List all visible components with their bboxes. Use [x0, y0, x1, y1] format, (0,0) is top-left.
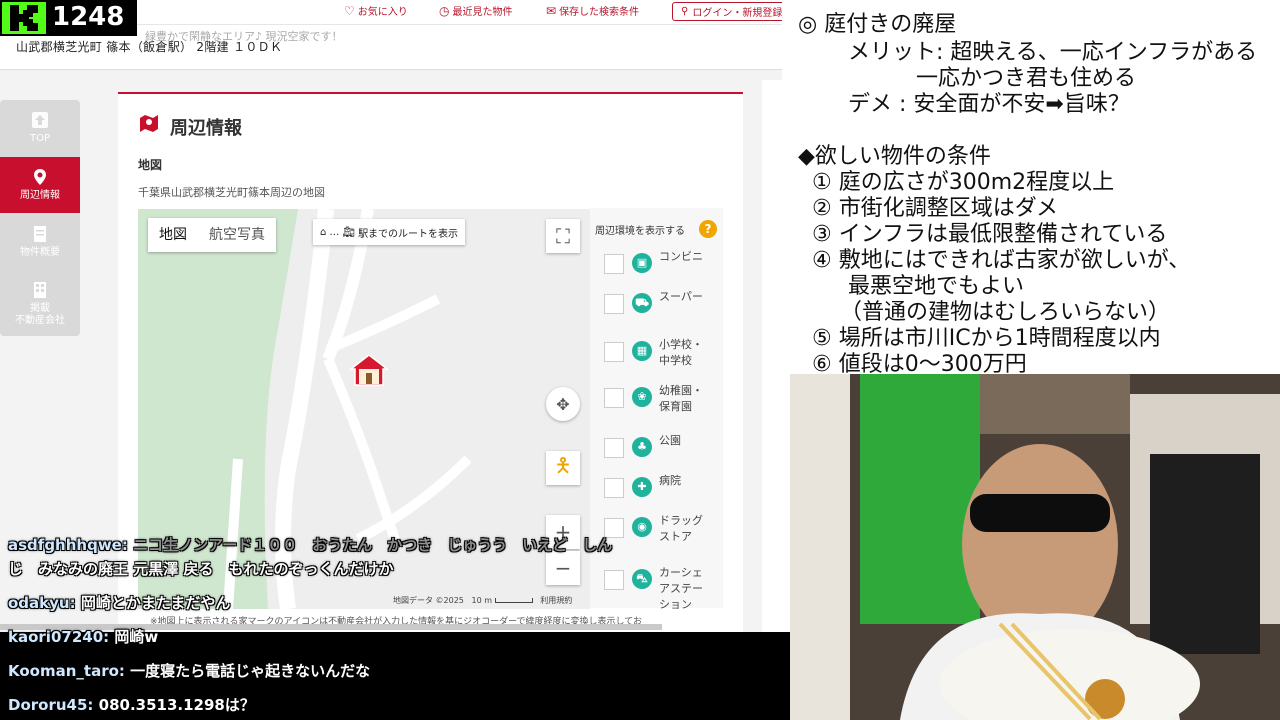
chat-overlay: asdfghhhqwe: ニコ生ノンアード１００ おうたん かつき じゅうう い…: [0, 532, 790, 720]
login-button[interactable]: ⚲ ログイン・新規登録: [672, 2, 782, 21]
fullscreen-icon: ⛶: [556, 224, 570, 248]
nav-item-overview[interactable]: 物件概要: [0, 214, 80, 270]
nav-item-surroundings[interactable]: 周辺情報: [0, 157, 80, 213]
tab-map[interactable]: 地図: [148, 218, 198, 252]
section-title: 周辺情報: [170, 118, 242, 139]
chat-text: 一度寝たら電話じゃ起きないんだな: [130, 662, 371, 680]
poi-label: 幼稚園・ 保育園: [659, 384, 703, 413]
map-marker-icon: [140, 115, 158, 132]
map-pin-icon: [34, 169, 46, 185]
kindergarten-icon: ❀: [632, 387, 652, 407]
chat-username: asdfghhhqwe:: [8, 536, 128, 554]
poi-checkbox[interactable]: [604, 438, 624, 458]
up-arrow-icon: [32, 112, 48, 128]
move-icon: ✥: [556, 394, 570, 414]
login-label: ログイン・新規登録: [692, 8, 782, 19]
poi-filter-0[interactable]: ▣ コンビニ: [604, 246, 722, 282]
poi-filter-2[interactable]: ▦ 小学校・ 中学校: [604, 334, 722, 370]
poi-checkbox[interactable]: [604, 388, 624, 408]
webcam-image: [790, 374, 1280, 720]
train-icon: 🚉︎: [342, 226, 356, 238]
stream-notes-panel: ◎ 庭付きの廃屋 メリット: 超映える、一応インフラがある 一応かつき君も住める…: [782, 0, 1280, 377]
park-icon: ♣: [632, 437, 652, 457]
chat-message: kaori07240: 岡崎w: [8, 626, 158, 647]
map-heading: 地図: [138, 158, 163, 172]
pan-control[interactable]: ✥: [546, 387, 580, 421]
pegman-icon: 🯅︎: [554, 453, 572, 477]
history-icon: ◷: [439, 3, 450, 18]
map-caption: 千葉県山武郡横芝光町篠本周辺の地図: [138, 186, 325, 199]
favorites-link[interactable]: ♡ お気に入り: [344, 3, 408, 19]
poi-label: コンビニ: [659, 250, 703, 263]
school-icon: ▦: [632, 341, 652, 361]
viewer-count: 1248: [52, 2, 125, 32]
poi-panel-title: 周辺環境を表示する: [595, 226, 685, 237]
chat-message: asdfghhhqwe: ニコ生ノンアード１００ おうたん かつき じゅうう い…: [8, 534, 612, 555]
fullscreen-button[interactable]: ⛶: [546, 219, 580, 253]
chat-message: Kooman_taro: 一度寝たら電話じゃ起きないんだな: [8, 660, 370, 681]
chat-text: じ みなみの廃王 元黒澤 戻る もれたのぞっくんだけか: [8, 560, 394, 578]
user-icon: ⚲: [681, 6, 689, 17]
saved-search-label: 保存した検索条件: [559, 7, 640, 18]
recently-viewed-link[interactable]: ◷ 最近見た物件: [439, 3, 513, 19]
route-button-label: 駅までのルートを表示: [358, 228, 459, 240]
notes-line: デメ : 安全面が不安➡旨味？: [848, 92, 1130, 117]
help-icon[interactable]: ?: [699, 220, 717, 238]
hospital-icon: ✚: [632, 477, 652, 497]
kick-logo-icon: [2, 2, 46, 34]
chat-text: 岡崎とかまたまだやん: [80, 594, 231, 612]
nav-item-label: TOP: [29, 133, 50, 144]
property-address: 山武郡横芝光町 篠本（飯倉駅） 2階建 １０ＤＫ: [16, 40, 283, 54]
poi-label: 小学校・ 中学校: [659, 338, 703, 367]
street-view-pegman[interactable]: 🯅︎: [546, 451, 580, 485]
nav-item-label: 物件概要: [20, 247, 60, 258]
chat-username: Dororu45:: [8, 696, 94, 714]
poi-checkbox[interactable]: [604, 478, 624, 498]
saved-search-link[interactable]: ✉ 保存した検索条件: [546, 3, 640, 19]
poi-checkbox[interactable]: [604, 342, 624, 362]
poi-filter-1[interactable]: ⛟ スーパー: [604, 286, 722, 322]
chat-username: odakyu:: [8, 594, 76, 612]
nav-item-label: 周辺情報: [20, 190, 60, 201]
building-icon: [34, 282, 46, 298]
home-icon: ⌂: [320, 226, 327, 238]
poi-checkbox[interactable]: [604, 254, 624, 274]
poi-checkbox[interactable]: [604, 294, 624, 314]
chat-message: odakyu: 岡崎とかまたまだやん: [8, 592, 230, 613]
poi-label: スーパー: [659, 290, 703, 303]
side-navigation: TOP 周辺情報 物件概要 掲載 不動産会社: [0, 100, 80, 336]
nav-item-label: 掲載 不動産会社: [15, 303, 65, 326]
document-icon: [34, 226, 46, 242]
poi-label: 病院: [659, 474, 681, 487]
heart-icon: ♡: [344, 3, 355, 18]
convenience-store-icon: ▣: [632, 253, 652, 273]
ellipsis-icon: …: [329, 226, 340, 238]
favorites-label: お気に入り: [357, 7, 408, 18]
nav-item-top[interactable]: TOP: [0, 100, 80, 156]
poi-filter-5[interactable]: ✚ 病院: [604, 470, 722, 506]
chat-username: kaori07240:: [8, 628, 110, 646]
poi-filter-3[interactable]: ❀ 幼稚園・ 保育園: [604, 380, 722, 416]
poi-filter-4[interactable]: ♣ 公園: [604, 430, 722, 466]
chat-text: 080.3513.1298は？: [98, 696, 255, 714]
map-type-switch: 地図 航空写真: [148, 218, 276, 252]
house-marker-icon[interactable]: [349, 353, 389, 387]
cart-icon: ⛟: [632, 293, 652, 313]
chat-message: じ みなみの廃王 元黒澤 戻る もれたのぞっくんだけか: [8, 558, 393, 579]
nav-item-agency[interactable]: 掲載 不動産会社: [0, 272, 80, 336]
chat-text: ニコ生ノンアード１００ おうたん かつき じゅうう いえど しん: [133, 536, 613, 554]
recently-viewed-label: 最近見た物件: [452, 7, 513, 18]
chat-text: 岡崎w: [114, 628, 159, 646]
route-to-station-button[interactable]: ⌂ … 🚉︎ 駅までのルートを表示: [313, 219, 466, 245]
envelope-icon: ✉: [546, 3, 557, 18]
tab-aerial[interactable]: 航空写真: [198, 218, 276, 252]
viewer-count-badge: 1248: [0, 0, 137, 36]
webcam-feed: [790, 374, 1280, 720]
poi-label: 公園: [659, 434, 681, 447]
chat-message: Dororu45: 080.3513.1298は？: [8, 694, 255, 715]
chat-username: Kooman_taro:: [8, 662, 125, 680]
